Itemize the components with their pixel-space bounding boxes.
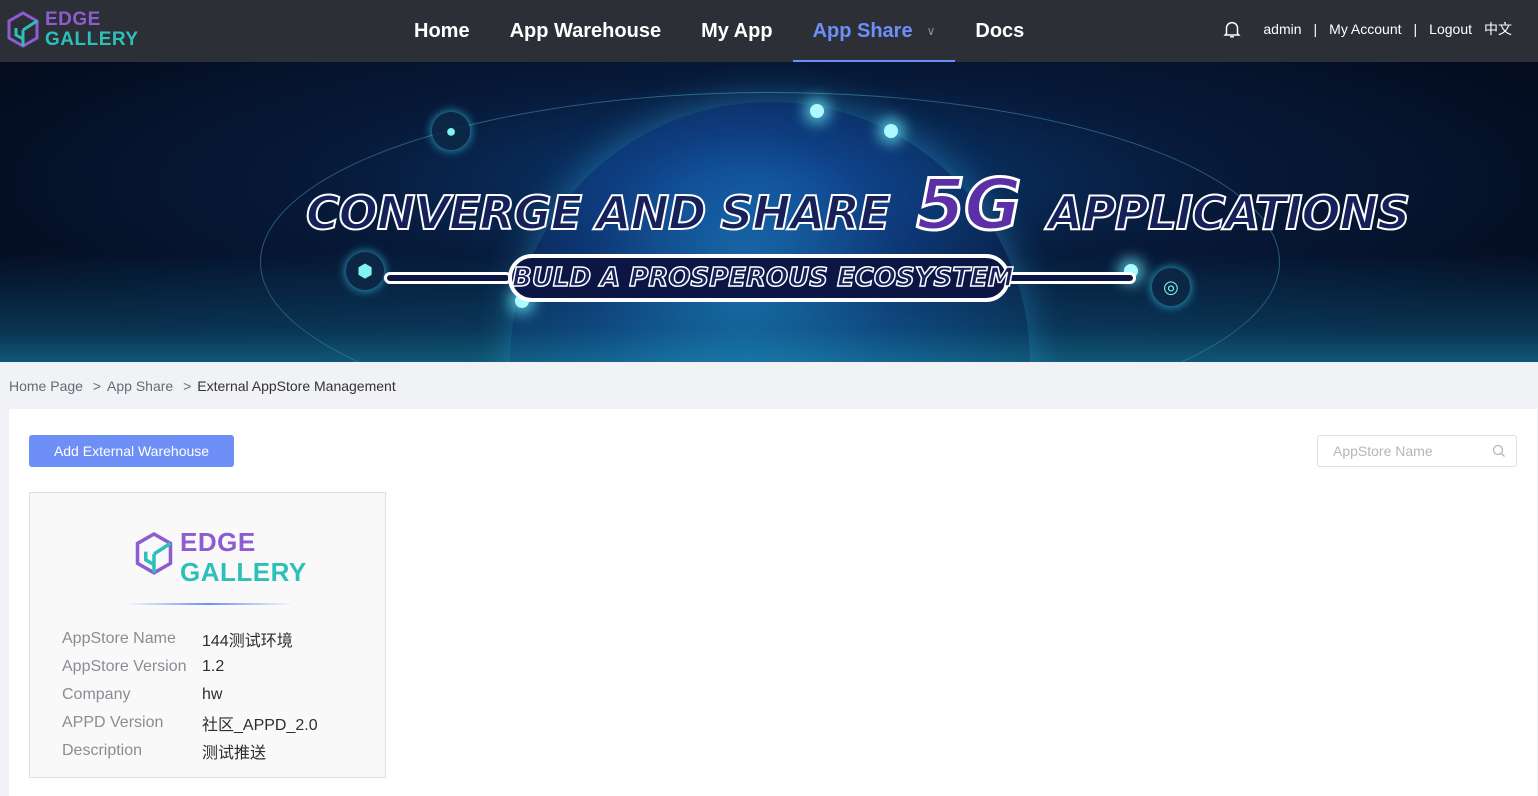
- nav-app-share[interactable]: App Share ∨: [792, 0, 956, 62]
- nav-app-share-label: App Share: [812, 19, 913, 42]
- main-nav: Home App Warehouse My App App Share ∨ Do…: [394, 0, 1044, 62]
- appstore-card[interactable]: EDGE GALLERY AppStore Name 144测试环境 AppSt…: [29, 492, 386, 778]
- card-edgegallery-logo: EDGE GALLERY: [134, 527, 306, 587]
- breadcrumb-home[interactable]: Home Page: [9, 378, 83, 394]
- headline-part2: APPLICATIONS: [1047, 185, 1412, 241]
- my-account-link[interactable]: My Account: [1329, 21, 1401, 37]
- detail-row-appd-version: APPD Version 社区_APPD_2.0: [62, 709, 318, 737]
- add-external-warehouse-button[interactable]: Add External Warehouse: [29, 435, 234, 467]
- light-dot: [884, 124, 898, 138]
- field-value: 社区_APPD_2.0: [202, 717, 318, 734]
- nav-home[interactable]: Home: [394, 0, 490, 62]
- field-label: Company: [62, 686, 131, 703]
- field-value: 测试推送: [202, 745, 267, 762]
- cube-icon: ⬢: [346, 252, 384, 290]
- field-label: AppStore Name: [62, 630, 176, 647]
- logout-link[interactable]: Logout: [1429, 21, 1472, 37]
- detail-row-version: AppStore Version 1.2: [62, 653, 318, 681]
- bell-icon[interactable]: [1221, 18, 1243, 40]
- light-dot: [810, 104, 824, 118]
- user-menu: admin | My Account | Logout 中文: [1221, 0, 1512, 58]
- appstore-details: AppStore Name 144测试环境 AppStore Version 1…: [62, 625, 318, 765]
- chevron-down-icon: ∨: [926, 24, 936, 38]
- field-value: 144测试环境: [202, 633, 293, 650]
- field-value: hw: [202, 686, 223, 703]
- cube-logo-icon: [7, 11, 39, 48]
- search-icon[interactable]: [1492, 444, 1506, 458]
- top-navigation-bar: EDGE GALLERY Home App Warehouse My App A…: [0, 0, 1538, 62]
- language-switch[interactable]: 中文: [1484, 19, 1512, 39]
- appstore-search: [1317, 435, 1517, 467]
- user-icon: ●: [432, 112, 470, 150]
- detail-row-company: Company hw: [62, 681, 318, 709]
- nav-docs[interactable]: Docs: [955, 0, 1044, 62]
- breadcrumb: Home Page > App Share > External AppStore …: [9, 378, 402, 394]
- divider: [125, 603, 293, 605]
- separator: |: [1413, 21, 1418, 37]
- nav-my-app[interactable]: My App: [681, 0, 792, 62]
- decor-bar-right: [1006, 272, 1136, 284]
- breadcrumb-app-share[interactable]: App Share: [107, 378, 173, 394]
- breadcrumb-separator: >: [92, 378, 102, 394]
- separator: |: [1313, 21, 1318, 37]
- banner-headline: CONVERGE AND SHARE 5G APPLICATIONS: [305, 163, 1411, 248]
- headline-5g: 5G: [915, 163, 1023, 248]
- card-logo-text-gallery: GALLERY: [180, 557, 307, 587]
- breadcrumb-current: External AppStore Management: [197, 378, 396, 394]
- nav-app-warehouse[interactable]: App Warehouse: [490, 0, 682, 62]
- cube-logo-icon: [135, 531, 173, 575]
- logo-text-gallery: GALLERY: [45, 29, 139, 50]
- appstore-name-search-input[interactable]: [1318, 436, 1488, 466]
- field-label: APPD Version: [62, 714, 164, 731]
- banner-subline: BULD A PROSPEROUS ECOSYSTEM: [508, 254, 1014, 302]
- edgegallery-logo[interactable]: EDGE GALLERY: [6, 9, 139, 53]
- field-label: AppStore Version: [62, 658, 187, 675]
- hero-banner: ● ⬢ ◎ CONVERGE AND SHARE 5G APPLICATIONS…: [0, 62, 1538, 362]
- detail-row-description: Description 测试推送: [62, 737, 318, 765]
- headline-part1: CONVERGE AND SHARE: [305, 185, 891, 241]
- decor-bar-left: [384, 272, 512, 284]
- username[interactable]: admin: [1263, 21, 1301, 37]
- detail-row-name: AppStore Name 144测试环境: [62, 625, 318, 653]
- field-label: Description: [62, 742, 143, 759]
- card-logo-text-edge: EDGE: [180, 527, 256, 557]
- content-panel: Add External Warehouse EDGE GALLERY AppS…: [9, 409, 1537, 796]
- breadcrumb-separator: >: [183, 378, 192, 394]
- field-value: 1.2: [202, 658, 225, 675]
- globe-icon: ◎: [1152, 268, 1190, 306]
- logo-text-edge: EDGE: [45, 9, 101, 30]
